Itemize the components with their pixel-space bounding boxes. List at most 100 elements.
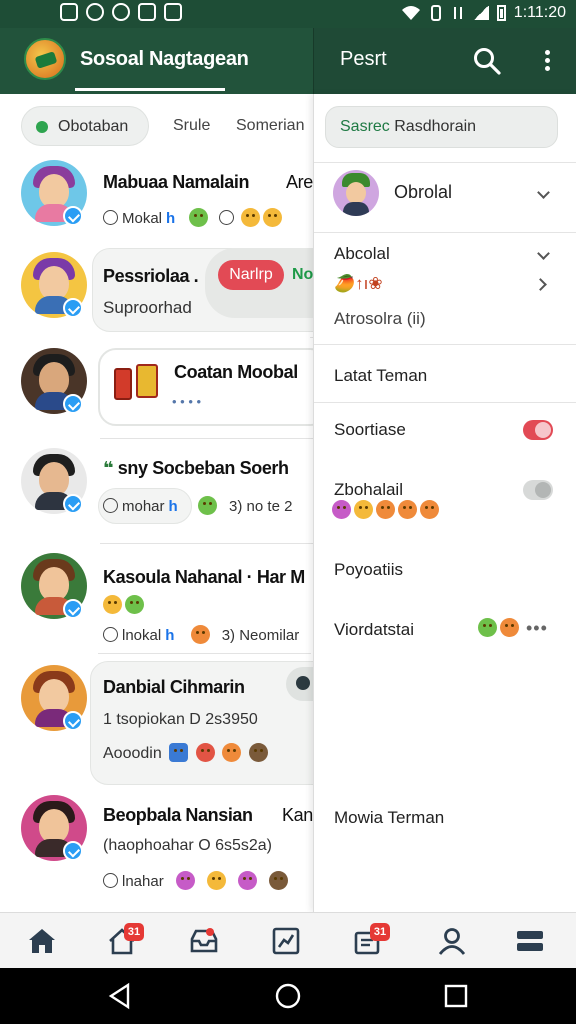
menu-item-viordatstai[interactable]: Viordatstai xyxy=(334,620,414,640)
avatar xyxy=(21,665,87,731)
profile-avatar[interactable] xyxy=(333,170,379,216)
emoji-icon xyxy=(222,743,242,762)
reaction-emojis xyxy=(103,595,144,615)
friend-meta: Mokal h xyxy=(103,208,282,227)
menu-item-poyoatiis[interactable]: Poyoatiis xyxy=(334,560,403,580)
emoji-icon xyxy=(189,208,209,227)
app-logo[interactable] xyxy=(24,38,66,80)
meta-text: mohar xyxy=(122,498,165,515)
filter-chip-label: Obotaban xyxy=(58,118,129,135)
friend-subtitle: 1 tsopiokan D 2s3950 xyxy=(103,711,258,728)
friend-row[interactable]: Pessriolaa . Suproorhad Narlrp No xyxy=(0,246,313,342)
battery-icon xyxy=(496,5,506,21)
emoji-icon xyxy=(420,500,439,519)
emoji-icon xyxy=(248,743,268,762)
profile-name: Obrolal xyxy=(394,182,453,202)
menu-item-latat-teman[interactable]: Latat Teman xyxy=(334,366,427,386)
side-panel: Sasrec Rasdhorain Obrolal Abcolal 🥭↑ı❀ A… xyxy=(313,94,576,912)
chevron-down-icon[interactable] xyxy=(537,247,550,260)
status-ring-icon xyxy=(103,627,118,642)
emoji-icon xyxy=(262,208,282,227)
home-button-icon[interactable] xyxy=(274,982,302,1010)
profile-icon[interactable] xyxy=(436,925,468,957)
slide-toggle[interactable] xyxy=(286,667,313,701)
data-icon xyxy=(453,7,462,19)
play-icon xyxy=(112,3,130,21)
emoji-icon xyxy=(125,595,144,614)
friend-name: Beopbala Nansian xyxy=(103,805,253,825)
app-title: Sosoal Nagtagean xyxy=(80,48,249,70)
status-ring-icon xyxy=(218,210,234,225)
chevron-down-icon[interactable] xyxy=(537,186,550,199)
meta-extra: 3) no te 2 xyxy=(229,498,293,515)
more-vert-icon[interactable] xyxy=(539,48,555,74)
toggle-switch-off[interactable] xyxy=(523,480,553,500)
emoji-icon xyxy=(238,871,258,890)
friend-meta: mohar h 3) no te 2 xyxy=(103,496,292,515)
back-icon[interactable] xyxy=(106,982,134,1010)
menu-icon[interactable] xyxy=(514,925,546,957)
friend-name: Coatan Moobal xyxy=(174,362,298,382)
panel-search-input[interactable]: Sasrec Rasdhorain xyxy=(325,106,558,148)
meta-tag: h xyxy=(166,210,176,227)
filter-tab-srule[interactable]: Srule xyxy=(173,117,210,135)
emoji-icon xyxy=(190,625,210,644)
trending-icon[interactable] xyxy=(270,925,302,957)
emoji-icon xyxy=(197,496,217,515)
home-icon[interactable] xyxy=(26,925,58,957)
chevron-right-icon[interactable] xyxy=(534,278,547,291)
avatar xyxy=(21,348,87,414)
recents-icon[interactable] xyxy=(442,982,470,1010)
meta-text: lnokal xyxy=(122,627,162,644)
friend-subtitle: Suproorhad xyxy=(103,298,192,317)
friend-row[interactable]: Danbial Cihmarin 1 tsopiokan D 2s3950 Ao… xyxy=(0,653,313,785)
avatar xyxy=(21,160,87,226)
action-button[interactable]: Narlrp xyxy=(218,260,284,290)
signal-icon xyxy=(472,6,489,20)
overflow-label: No xyxy=(292,266,313,283)
more-horiz-icon[interactable]: ••• xyxy=(526,618,548,639)
status-time: 1:11:20 xyxy=(513,4,566,21)
friend-name-overflow: Are xyxy=(286,172,313,192)
friend-list-pane: Obotaban Srule Somerian Mabuaa Namalain … xyxy=(0,94,313,912)
vibrate-icon xyxy=(430,5,441,21)
emoji-icon xyxy=(332,500,351,519)
verified-badge-icon xyxy=(63,394,83,414)
panel-search-text: Sasrec Rasdhorain xyxy=(340,118,477,135)
image-icon xyxy=(138,3,156,21)
filter-chip-active[interactable]: Obotaban xyxy=(21,106,149,146)
section-title: Abcolal xyxy=(334,244,390,263)
notification-badge: 31 xyxy=(370,923,390,941)
friend-row[interactable]: Kasoula Nahanal · Har M lnokal h 3) Neomi… xyxy=(0,543,313,653)
verified-badge-icon xyxy=(63,841,83,861)
friend-row[interactable]: ❝ sny Socbeban Soerh mohar h 3) no te 2 xyxy=(0,438,313,543)
gift-icon xyxy=(114,364,160,402)
menu-item-mowia-terman[interactable]: Mowia Terman xyxy=(334,808,444,828)
emoji-icon xyxy=(240,208,260,227)
friend-row[interactable]: Beopbala Nansian Kan (haophoahar O 6s5s2… xyxy=(0,789,313,909)
menu-item-zbohalail[interactable]: Zbohalail xyxy=(334,480,403,500)
friend-row[interactable]: Mabuaa Namalain Are Mokal h xyxy=(0,150,313,246)
app-bar: Sosoal Nagtagean Pesrt xyxy=(0,28,576,94)
notification-badge: 31 xyxy=(124,923,144,941)
meta-text: Mokal xyxy=(122,210,163,227)
friend-row[interactable]: Coatan Moobal • • • • xyxy=(0,342,313,438)
status-ring-icon xyxy=(103,498,118,513)
toggle-switch-on[interactable] xyxy=(523,420,553,440)
filter-tab-somerian[interactable]: Somerian xyxy=(236,117,304,135)
verified-badge-icon xyxy=(63,298,83,318)
friend-meta: Aooodin xyxy=(103,743,268,763)
friend-name: Kasoula Nahanal · Har M xyxy=(103,567,305,587)
friend-name: Mabuaa Namalain xyxy=(103,172,250,192)
inbox-icon[interactable] xyxy=(188,925,220,957)
filter-bar: Obotaban Srule Somerian xyxy=(0,102,313,148)
photo-icon xyxy=(164,3,182,21)
emoji-icon xyxy=(207,871,227,890)
friend-meta: lnokal h 3) Neomilar xyxy=(103,625,299,644)
bottom-nav: 31 31 xyxy=(0,912,576,968)
emoji-icon xyxy=(376,500,395,519)
menu-item-soortiase[interactable]: Soortiase xyxy=(334,420,406,440)
avatar xyxy=(21,795,87,861)
search-icon[interactable] xyxy=(472,46,502,76)
friend-name: Pessriolaa . xyxy=(103,266,199,286)
